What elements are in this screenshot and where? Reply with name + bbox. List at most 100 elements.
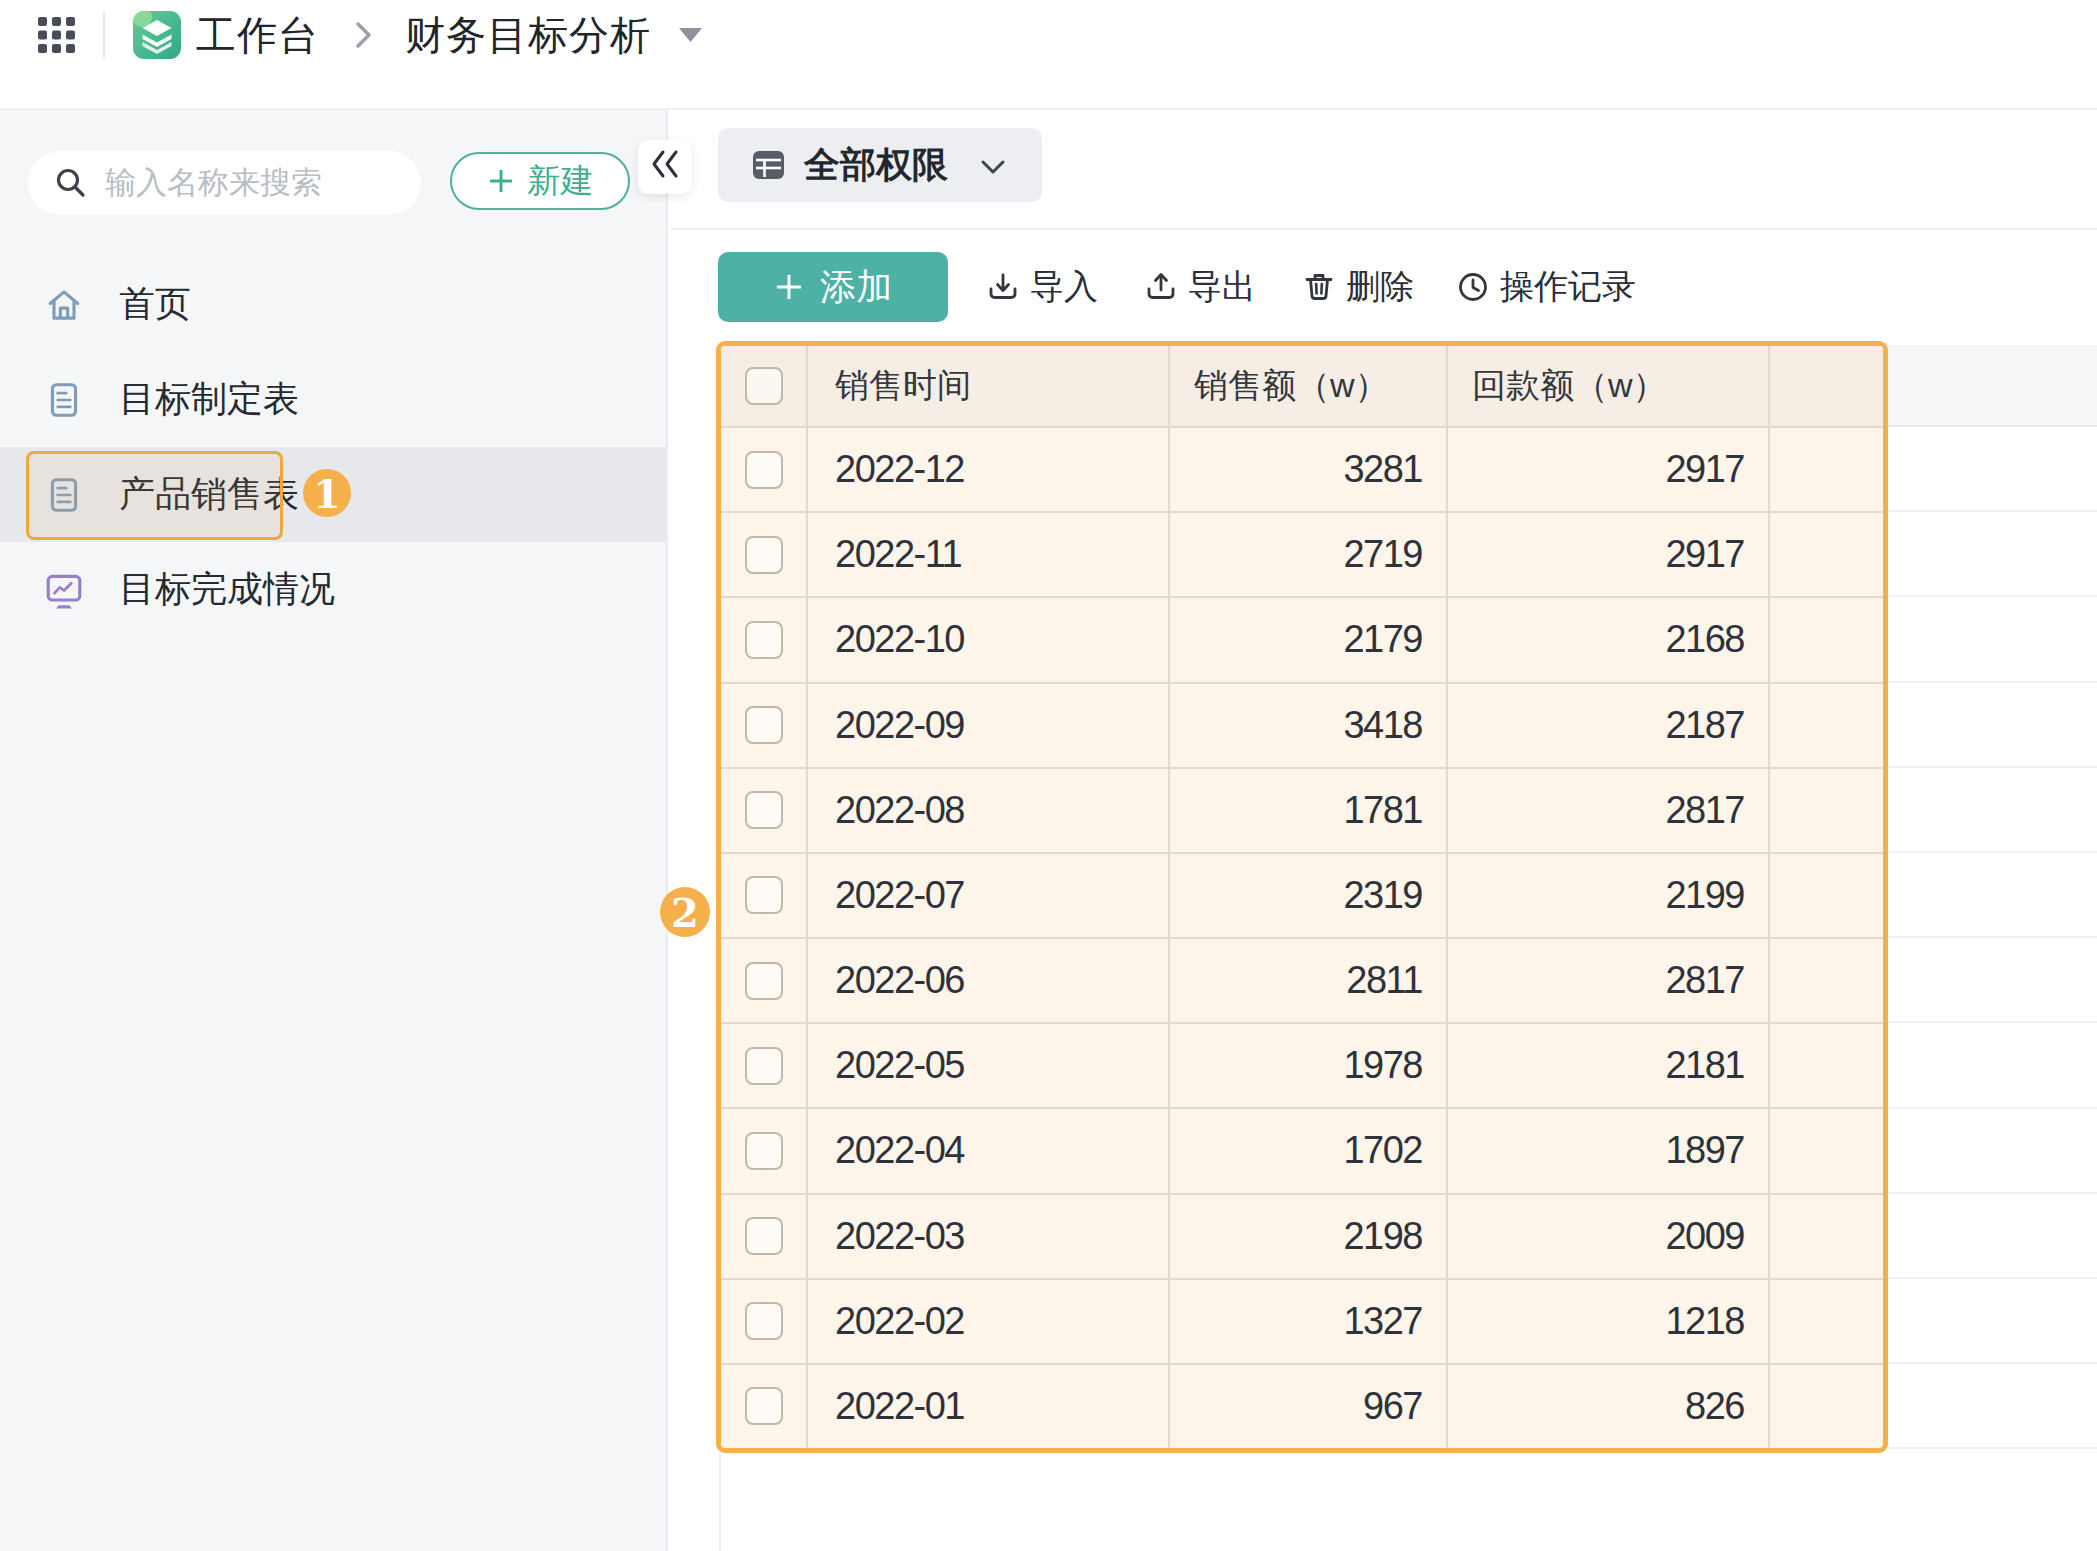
strip-row bbox=[1888, 768, 2097, 853]
table-overflow-strip bbox=[1888, 345, 2097, 1450]
table-row: 2022-0628112817 bbox=[721, 939, 1883, 1024]
row-check-cell bbox=[721, 513, 806, 596]
history-button[interactable]: 操作记录 bbox=[1457, 252, 1636, 322]
table-row: 2022-0321982009 bbox=[721, 1195, 1883, 1280]
export-label: 导出 bbox=[1188, 264, 1256, 310]
search-placeholder: 输入名称来搜索 bbox=[105, 162, 322, 204]
annotation-badge-1: 1 bbox=[303, 469, 351, 517]
top-header: 工作台 财务目标分析 bbox=[0, 0, 2097, 110]
sidebar-item-4[interactable]: 目标完成情况 bbox=[0, 542, 666, 637]
apps-grid-icon[interactable] bbox=[38, 17, 75, 53]
row-check-cell bbox=[721, 939, 806, 1022]
cell-sales: 3418 bbox=[1168, 684, 1446, 767]
sidebar: 输入名称来搜索 新建 首页目标制定表产品销售表目标完成情况 bbox=[0, 110, 668, 1551]
import-button[interactable]: 导入 bbox=[987, 252, 1098, 322]
add-button-label: 添加 bbox=[820, 263, 892, 312]
cell-sales: 967 bbox=[1168, 1365, 1446, 1448]
row-checkbox[interactable] bbox=[745, 876, 783, 914]
row-check-cell bbox=[721, 1280, 806, 1363]
strip-header bbox=[1888, 345, 2097, 427]
cell-sales: 3281 bbox=[1168, 428, 1446, 511]
row-check-cell bbox=[721, 854, 806, 937]
sidebar-item-label: 首页 bbox=[119, 280, 191, 329]
cell-extra bbox=[1768, 1024, 1883, 1107]
new-button[interactable]: 新建 bbox=[450, 152, 630, 210]
export-button[interactable]: 导出 bbox=[1145, 252, 1256, 322]
cell-sales: 1327 bbox=[1168, 1280, 1446, 1363]
cell-payment: 826 bbox=[1446, 1365, 1768, 1448]
row-checkbox[interactable] bbox=[745, 451, 783, 489]
sidebar-item-label: 目标制定表 bbox=[119, 375, 299, 424]
monitor-chart-icon bbox=[44, 570, 84, 610]
cell-extra bbox=[1768, 1365, 1883, 1448]
sidebar-collapse-button[interactable] bbox=[638, 140, 692, 194]
import-label: 导入 bbox=[1030, 264, 1098, 310]
row-checkbox[interactable] bbox=[745, 1132, 783, 1170]
header-divider bbox=[103, 12, 105, 58]
cell-payment: 1897 bbox=[1446, 1109, 1768, 1192]
cell-payment: 2917 bbox=[1446, 428, 1768, 511]
row-checkbox[interactable] bbox=[745, 791, 783, 829]
row-checkbox[interactable] bbox=[745, 1047, 783, 1085]
delete-label: 删除 bbox=[1346, 264, 1414, 310]
document-icon bbox=[44, 380, 84, 420]
sidebar-item-2[interactable]: 目标制定表 bbox=[0, 352, 666, 447]
search-input[interactable]: 输入名称来搜索 bbox=[28, 151, 421, 215]
permission-caret-icon bbox=[980, 159, 1006, 175]
table-row: 2022-0519782181 bbox=[721, 1024, 1883, 1109]
select-all-checkbox[interactable] bbox=[745, 367, 783, 405]
cell-extra bbox=[1768, 1109, 1883, 1192]
cell-sales: 2719 bbox=[1168, 513, 1446, 596]
header-sales[interactable]: 销售额（w） bbox=[1168, 346, 1446, 426]
header-month[interactable]: 销售时间 bbox=[806, 346, 1168, 426]
cell-month: 2022-12 bbox=[806, 428, 1168, 511]
cell-month: 2022-08 bbox=[806, 769, 1168, 852]
page-title: 财务目标分析 bbox=[405, 8, 651, 63]
workspace-app-icon[interactable] bbox=[133, 11, 181, 59]
table-row: 2022-1232812917 bbox=[721, 428, 1883, 513]
cell-extra bbox=[1768, 854, 1883, 937]
table-body: 2022-12328129172022-11271929172022-10217… bbox=[721, 428, 1883, 1448]
strip-row bbox=[1888, 938, 2097, 1023]
delete-button[interactable]: 删除 bbox=[1303, 252, 1414, 322]
strip-row bbox=[1888, 683, 2097, 768]
row-checkbox[interactable] bbox=[745, 621, 783, 659]
cell-month: 2022-09 bbox=[806, 684, 1168, 767]
cell-month: 2022-07 bbox=[806, 854, 1168, 937]
row-checkbox[interactable] bbox=[745, 706, 783, 744]
cell-month: 2022-02 bbox=[806, 1280, 1168, 1363]
cell-sales: 1702 bbox=[1168, 1109, 1446, 1192]
cell-month: 2022-11 bbox=[806, 513, 1168, 596]
row-checkbox[interactable] bbox=[745, 1217, 783, 1255]
cell-extra bbox=[1768, 513, 1883, 596]
table-row: 2022-0723192199 bbox=[721, 854, 1883, 939]
row-checkbox[interactable] bbox=[745, 1387, 783, 1425]
header-payment[interactable]: 回款额（w） bbox=[1446, 346, 1768, 426]
cell-month: 2022-01 bbox=[806, 1365, 1168, 1448]
clock-icon bbox=[1457, 271, 1489, 303]
cell-extra bbox=[1768, 1195, 1883, 1278]
sidebar-item-1[interactable]: 首页 bbox=[0, 257, 666, 352]
trash-icon bbox=[1303, 271, 1335, 303]
row-check-cell bbox=[721, 1195, 806, 1278]
row-checkbox[interactable] bbox=[745, 962, 783, 1000]
table-row: 2022-1127192917 bbox=[721, 513, 1883, 598]
row-checkbox[interactable] bbox=[745, 536, 783, 574]
cell-payment: 2168 bbox=[1446, 598, 1768, 681]
title-dropdown-icon[interactable] bbox=[679, 28, 702, 42]
cell-extra bbox=[1768, 1280, 1883, 1363]
strip-row bbox=[1888, 1194, 2097, 1279]
strip-row bbox=[1888, 1364, 2097, 1449]
breadcrumb-workspace[interactable]: 工作台 bbox=[196, 8, 319, 63]
cell-month: 2022-10 bbox=[806, 598, 1168, 681]
cell-sales: 1781 bbox=[1168, 769, 1446, 852]
cell-extra bbox=[1768, 684, 1883, 767]
permission-dropdown[interactable]: 全部权限 bbox=[718, 128, 1042, 202]
cell-payment: 2917 bbox=[1446, 513, 1768, 596]
strip-row bbox=[1888, 512, 2097, 597]
add-button[interactable]: 添加 bbox=[718, 252, 948, 322]
collapse-icon bbox=[651, 148, 679, 180]
header-extra bbox=[1768, 346, 1883, 426]
row-checkbox[interactable] bbox=[745, 1302, 783, 1340]
cell-month: 2022-03 bbox=[806, 1195, 1168, 1278]
